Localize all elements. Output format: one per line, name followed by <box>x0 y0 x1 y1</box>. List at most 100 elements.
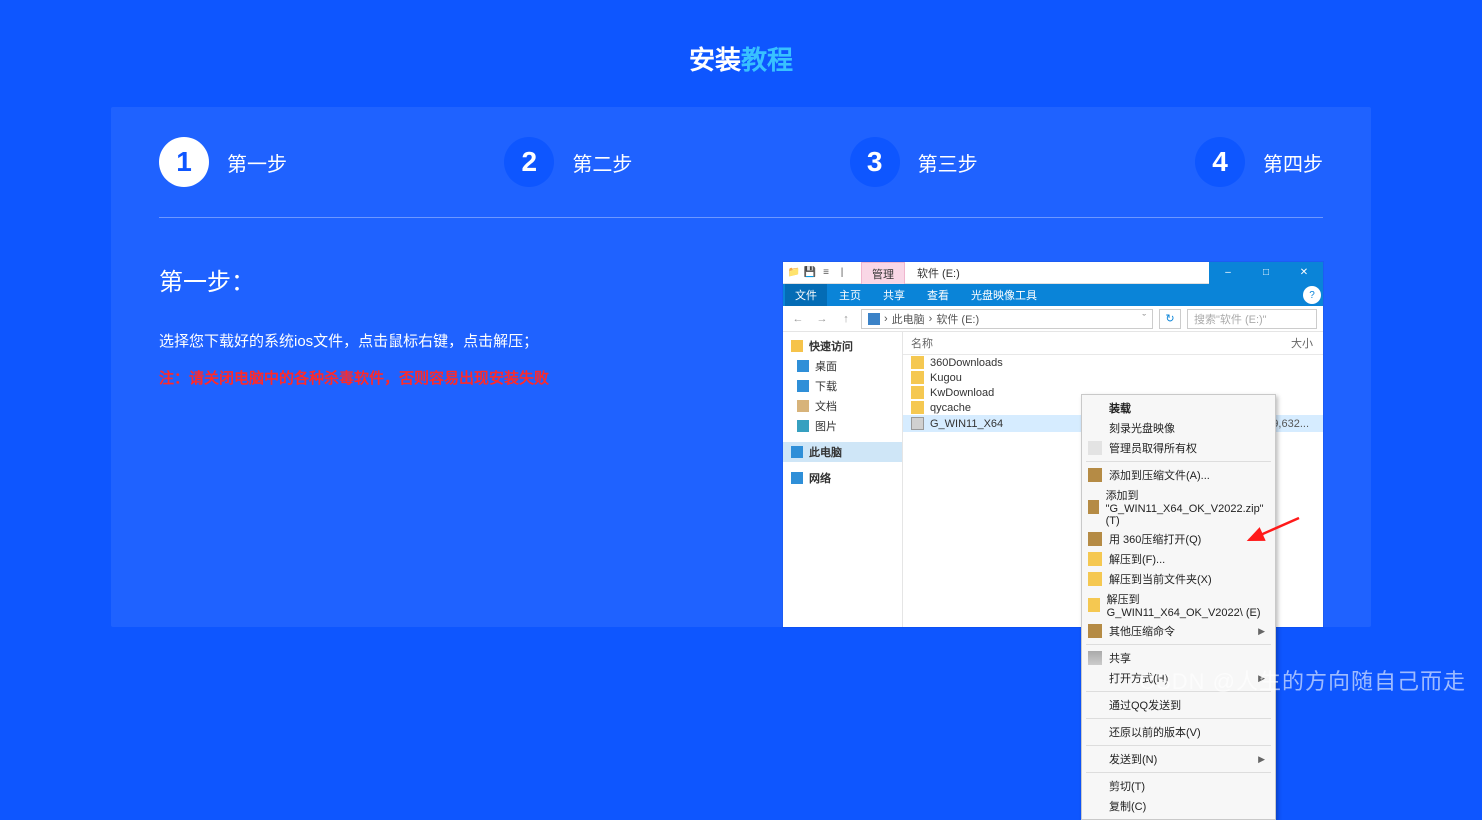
star-icon <box>791 340 803 352</box>
ctx-item[interactable]: 装载 <box>1082 398 1275 418</box>
file-row[interactable]: 360Downloads <box>903 355 1323 370</box>
step-2-number: 2 <box>504 137 554 187</box>
nav-quickaccess[interactable]: 快速访问 <box>783 336 902 356</box>
ctx-item-icon <box>1088 698 1102 712</box>
ctx-item-icon <box>1088 624 1102 638</box>
file-name: KwDownload <box>930 387 1090 399</box>
title-part2: 教程 <box>741 45 793 75</box>
step-1-label: 第一步 <box>227 148 287 177</box>
step-3[interactable]: 3 第三步 <box>850 137 978 187</box>
ctx-item[interactable]: 剪切(T) <box>1082 776 1275 796</box>
ctx-item[interactable]: 通过QQ发送到 <box>1082 695 1275 715</box>
col-size[interactable]: 大小 <box>1263 332 1323 354</box>
nav-forward-icon[interactable]: → <box>813 313 831 325</box>
path-drive: 软件 (E:) <box>936 311 979 327</box>
ctx-item[interactable]: 添加到压缩文件(A)... <box>1082 465 1275 485</box>
ribbon-home[interactable]: 主页 <box>829 284 871 306</box>
step-4[interactable]: 4 第四步 <box>1195 137 1323 187</box>
step-1-number: 1 <box>159 137 209 187</box>
ribbon-bar: 文件 主页 共享 查看 光盘映像工具 ? <box>783 284 1323 306</box>
nav-downloads[interactable]: 下载 <box>783 376 902 396</box>
ribbon-share[interactable]: 共享 <box>873 284 915 306</box>
file-icon <box>911 386 924 399</box>
nav-thispc[interactable]: 此电脑 <box>783 442 902 462</box>
ribbon-file[interactable]: 文件 <box>785 284 827 306</box>
folder-icon: 📁 <box>787 266 801 280</box>
ctx-item-label: 刻录光盘映像 <box>1109 420 1175 436</box>
document-icon <box>797 400 809 412</box>
nav-network[interactable]: 网络 <box>783 468 902 488</box>
ctx-item[interactable]: 管理员取得所有权 <box>1082 438 1275 458</box>
disk-icon: 💾 <box>803 266 817 280</box>
path-pc: 此电脑 <box>892 311 925 327</box>
ribbon-view[interactable]: 查看 <box>917 284 959 306</box>
nav-back-icon[interactable]: ← <box>789 313 807 325</box>
nav-documents[interactable]: 文档 <box>783 396 902 416</box>
search-input[interactable]: 搜索"软件 (E:)" <box>1187 309 1317 329</box>
manage-tab[interactable]: 管理 <box>861 262 905 284</box>
step-warning: 注：请关闭电脑中的各种杀毒软件，否则容易出现安装失败 <box>159 367 679 388</box>
step-2[interactable]: 2 第二步 <box>504 137 632 187</box>
screenshot-area: 📁 💾 ≡ | 管理 软件 (E:) – □ ✕ <box>709 262 1323 627</box>
path-box[interactable]: › 此电脑 › 软件 (E:) ˇ <box>861 309 1153 329</box>
col-name[interactable]: 名称 <box>903 332 1083 354</box>
step-4-label: 第四步 <box>1263 148 1323 177</box>
nav-pane: 快速访问 桌面 下载 文档 图片 此电脑 网络 <box>783 332 903 627</box>
ctx-item[interactable]: 复制(C) <box>1082 796 1275 816</box>
watermark: CSDN @人生的方向随自己而走 <box>1139 664 1466 696</box>
instruction-text: 第一步： 选择您下载好的系统ios文件，点击鼠标右键，点击解压； 注：请关闭电脑… <box>159 262 679 627</box>
nav-pictures[interactable]: 图片 <box>783 416 902 436</box>
ctx-item[interactable]: 还原以前的版本(V) <box>1082 722 1275 742</box>
ctx-item[interactable]: 解压到当前文件夹(X) <box>1082 569 1275 589</box>
ctx-item-icon <box>1088 401 1102 415</box>
refresh-icon[interactable]: ↻ <box>1159 309 1181 329</box>
tutorial-panel: 1 第一步 2 第二步 3 第三步 4 第四步 第一步： 选择您下载好的系统io… <box>111 107 1371 627</box>
desktop-icon <box>797 360 809 372</box>
ctx-item-label: 其他压缩命令 <box>1109 623 1175 639</box>
step-3-label: 第三步 <box>918 148 978 177</box>
address-bar: ← → ↑ › 此电脑 › 软件 (E:) ˇ ↻ 搜索"软件 (E:)" <box>783 306 1323 332</box>
help-icon[interactable]: ? <box>1303 286 1321 304</box>
download-icon <box>797 380 809 392</box>
file-icon <box>911 417 924 430</box>
page-title: 安装教程 <box>0 0 1482 107</box>
close-button[interactable]: ✕ <box>1285 262 1323 284</box>
ctx-item-label: 用 360压缩打开(Q) <box>1109 531 1201 547</box>
title-part1: 安装 <box>689 45 741 75</box>
search-placeholder: 搜索"软件 (E:)" <box>1194 311 1267 327</box>
maximize-button[interactable]: □ <box>1247 262 1285 284</box>
ctx-item-icon <box>1088 552 1102 566</box>
file-list: 名称 大小 360Downloads Kugou KwDownload qyca… <box>903 332 1323 627</box>
ribbon-disctool[interactable]: 光盘映像工具 <box>963 284 1045 306</box>
step-description: 选择您下载好的系统ios文件，点击鼠标右键，点击解压； <box>159 327 679 357</box>
ctx-item-label: 复制(C) <box>1109 798 1146 814</box>
pipe-icon: | <box>835 266 849 280</box>
file-name: qycache <box>930 402 1090 414</box>
ctx-item[interactable]: 刻录光盘映像 <box>1082 418 1275 438</box>
ctx-item-icon <box>1088 468 1102 482</box>
ctx-item-label: 发送到(N) <box>1109 751 1157 767</box>
file-row[interactable]: Kugou <box>903 370 1323 385</box>
ctx-item[interactable]: 发送到(N)▶ <box>1082 749 1275 769</box>
file-icon <box>911 401 924 414</box>
ctx-item[interactable]: 添加到 "G_WIN11_X64_OK_V2022.zip" (T) <box>1082 485 1275 529</box>
step-4-number: 4 <box>1195 137 1245 187</box>
ctx-item[interactable]: 解压到(F)... <box>1082 549 1275 569</box>
ctx-item-label: 添加到 "G_WIN11_X64_OK_V2022.zip" (T) <box>1106 487 1265 527</box>
ctx-item[interactable]: 用 360压缩打开(Q) <box>1082 529 1275 549</box>
step-tabs: 1 第一步 2 第二步 3 第三步 4 第四步 <box>159 107 1323 218</box>
ctx-item[interactable]: 其他压缩命令▶ <box>1082 621 1275 641</box>
step-heading: 第一步： <box>159 262 679 297</box>
file-name: 360Downloads <box>930 357 1090 369</box>
minimize-button[interactable]: – <box>1209 262 1247 284</box>
step-2-label: 第二步 <box>572 148 632 177</box>
explorer-body: 快速访问 桌面 下载 文档 图片 此电脑 网络 名称 大小 360Dow <box>783 332 1323 627</box>
nav-desktop[interactable]: 桌面 <box>783 356 902 376</box>
ctx-item-label: 装载 <box>1109 400 1131 416</box>
ctx-item-icon <box>1088 725 1102 739</box>
step-1[interactable]: 1 第一步 <box>159 137 287 187</box>
nav-up-icon[interactable]: ↑ <box>837 313 855 325</box>
ctx-item-icon <box>1088 799 1102 813</box>
ctx-item[interactable]: 解压到 G_WIN11_X64_OK_V2022\ (E) <box>1082 589 1275 621</box>
ctx-item-icon <box>1088 441 1102 455</box>
